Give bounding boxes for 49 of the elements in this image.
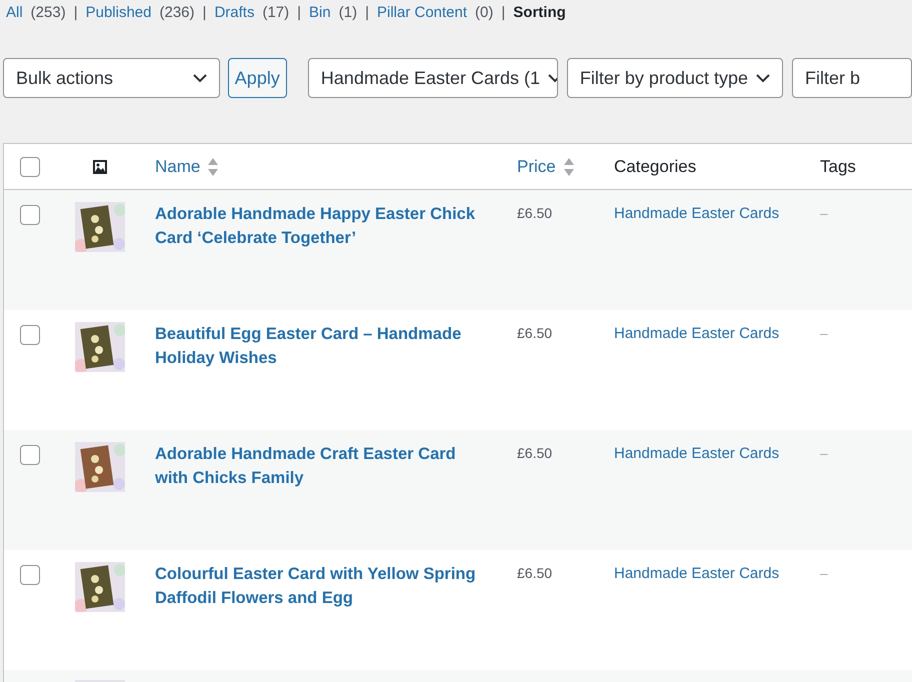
column-header: Categories [614, 156, 696, 178]
status-filter-link[interactable]: Bin [309, 2, 331, 24]
status-count: (1) [338, 2, 358, 23]
tags-empty: – [820, 325, 828, 341]
status-filter-current[interactable]: Sorting [513, 2, 566, 24]
product-name-link[interactable]: Adorable Handmade Craft Easter Card with Chicks Family [155, 442, 485, 490]
category-link[interactable]: Handmade Easter Cards [614, 445, 780, 462]
separator: | [202, 2, 206, 23]
price: £6.50 [517, 325, 552, 341]
checkbox[interactable] [20, 565, 40, 585]
status-count: (0) [475, 2, 494, 23]
apply-button[interactable]: Apply [228, 58, 287, 98]
image-icon [92, 158, 108, 174]
tags-empty: – [820, 445, 828, 461]
tags-empty: – [820, 205, 828, 221]
tags-empty: – [820, 565, 828, 581]
column-sort-link[interactable]: Name [155, 154, 200, 180]
checkbox[interactable] [20, 205, 40, 225]
separator: | [365, 2, 369, 23]
category-link[interactable]: Handmade Easter Cards [614, 325, 780, 342]
price: £6.50 [517, 445, 552, 461]
status-filter-link[interactable]: Drafts [214, 2, 254, 24]
dropdown[interactable]: Filter by product type [566, 58, 783, 98]
checkbox[interactable] [20, 325, 40, 345]
status-filter-link[interactable]: Published [86, 2, 152, 24]
status-filter-link[interactable]: Pillar Content [376, 2, 468, 24]
product-name-link[interactable]: Colourful Easter Card with Yellow Spring Daffodil Flowers and Egg [155, 562, 485, 610]
category-link[interactable]: Handmade Easter Cards [614, 565, 780, 582]
dropdown[interactable]: Handmade Easter Cards (1 [308, 58, 558, 98]
checkbox[interactable] [20, 156, 40, 176]
column-header: Tags [820, 156, 856, 178]
category-link[interactable]: Handmade Easter Cards [614, 205, 780, 222]
product-name-link[interactable]: Adorable Handmade Happy Easter Chick Card ‘Celebrate Together’ [155, 202, 485, 250]
dropdown[interactable]: Bulk actions [3, 58, 220, 98]
separator: | [501, 2, 506, 23]
price: £6.50 [517, 205, 552, 221]
price: £6.50 [517, 565, 552, 581]
column-sort-link[interactable]: Price [517, 154, 556, 180]
status-count: (253) [30, 2, 66, 23]
status-count: (236) [160, 2, 195, 23]
product-name-link[interactable]: Beautiful Egg Easter Card – Handmade Holiday Wishes [155, 322, 485, 370]
status-filter-link[interactable]: All [6, 2, 23, 24]
checkbox[interactable] [20, 445, 40, 465]
separator: | [74, 2, 78, 23]
dropdown[interactable]: Filter b [792, 58, 912, 98]
separator: | [297, 2, 302, 23]
caret-icon [192, 74, 207, 82]
caret-icon [756, 74, 770, 82]
status-count: (17) [262, 2, 290, 23]
